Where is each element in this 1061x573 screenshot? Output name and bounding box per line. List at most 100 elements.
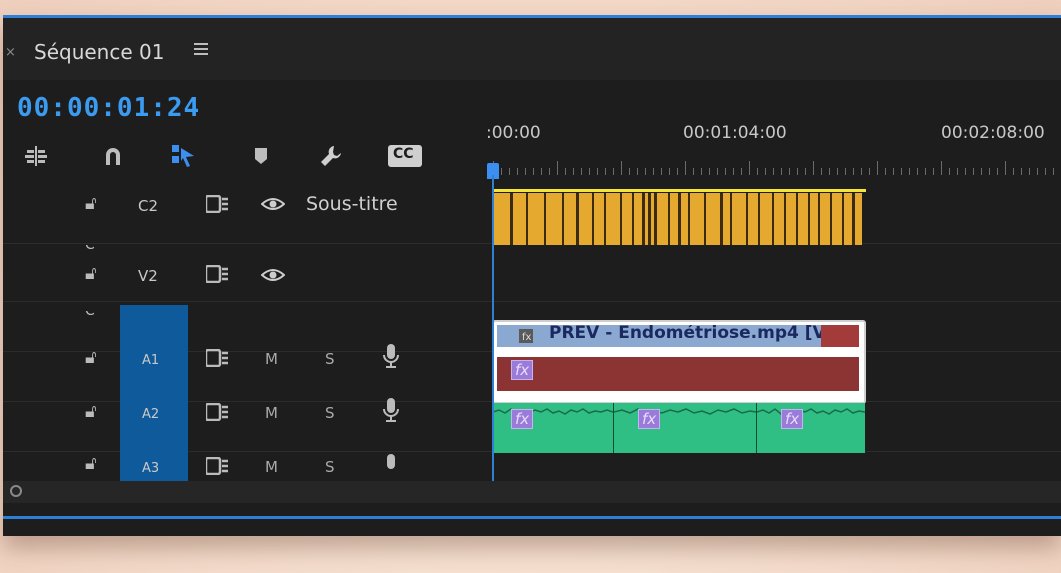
caption-clip-divider	[758, 193, 760, 245]
caption-clip-divider	[526, 193, 528, 245]
ruler-tick	[701, 168, 702, 175]
ruler-tick	[901, 168, 902, 175]
ruler-tick	[917, 168, 918, 175]
ruler-tick	[741, 168, 742, 175]
eye-icon[interactable]	[261, 196, 285, 212]
captions-icon[interactable]: CC	[387, 143, 423, 169]
caption-clip-divider	[678, 193, 681, 245]
microphone-icon[interactable]	[381, 397, 401, 423]
ruler-tick	[949, 168, 950, 175]
caption-clip-divider	[668, 193, 670, 245]
ruler-tick	[645, 168, 646, 175]
ruler-tick	[613, 168, 614, 175]
ruler-tick	[845, 168, 846, 175]
sync-lock-icon[interactable]	[206, 457, 230, 475]
ruler-tick	[517, 168, 518, 175]
lock-icon[interactable]: 🔓︎	[85, 193, 97, 214]
snap-icon[interactable]	[23, 143, 49, 169]
audio-clip-2[interactable]: fx	[613, 403, 756, 453]
video-clip[interactable]: fx PREV - Endométriose.mp4 [V] fx	[492, 320, 866, 404]
track-label-c2[interactable]: C2	[138, 197, 158, 215]
solo-button[interactable]: S	[325, 350, 335, 368]
microphone-icon[interactable]	[381, 343, 401, 369]
eye-icon[interactable]	[261, 267, 285, 283]
ruler-tick	[989, 168, 990, 175]
fx-badge[interactable]: fx	[511, 409, 534, 429]
mute-button[interactable]: M	[265, 350, 278, 368]
ruler-tick	[541, 168, 542, 175]
horizontal-zoom-scrollbar[interactable]	[3, 481, 1061, 503]
ruler-tick	[677, 168, 678, 175]
ruler-tick	[573, 168, 574, 175]
sync-lock-icon[interactable]	[206, 265, 230, 283]
video-clip-name: PREV - Endométriose.mp4 [V]	[549, 325, 834, 343]
ruler-tick	[549, 168, 550, 175]
lock-icon[interactable]: 🔓︎	[85, 263, 97, 284]
close-tab-button[interactable]: ×	[5, 45, 16, 60]
audio-clip-1[interactable]: fx	[492, 403, 613, 453]
fx-badge[interactable]: fx	[638, 409, 661, 429]
sync-lock-icon[interactable]	[206, 403, 230, 421]
ruler-tick	[757, 168, 758, 175]
track-label-a1[interactable]: A1	[142, 353, 159, 368]
ruler-tick	[1037, 168, 1038, 175]
caption-clip-divider	[784, 193, 786, 245]
lock-icon[interactable]: 🔓︎	[85, 401, 97, 422]
caption-clip-divider	[592, 193, 594, 245]
sync-lock-icon[interactable]	[206, 349, 230, 367]
caption-clip-divider	[688, 193, 690, 245]
caption-clip-divider	[604, 193, 606, 245]
ruler-tick	[877, 161, 878, 175]
caption-clips[interactable]	[492, 193, 862, 245]
fx-badge[interactable]: fx	[781, 409, 804, 429]
microphone-icon[interactable]	[381, 453, 401, 479]
caption-clip-divider	[796, 193, 798, 245]
caption-clip-divider	[642, 193, 645, 245]
ruler-tick	[693, 168, 694, 175]
caption-clip-divider	[808, 193, 810, 245]
playhead-line[interactable]	[492, 175, 494, 485]
track-v2: 🔓︎ V2	[3, 259, 1061, 301]
caption-clip-divider	[830, 193, 832, 245]
ruler-tick	[957, 168, 958, 175]
wrench-icon[interactable]	[318, 143, 344, 169]
marker-icon[interactable]	[248, 143, 274, 169]
ruler-tick	[1005, 161, 1006, 175]
caption-clip-divider	[818, 193, 820, 245]
ruler-tick	[893, 168, 894, 175]
panel-menu-icon[interactable]	[194, 43, 208, 56]
audio-clip-3[interactable]: fx	[756, 403, 865, 453]
work-area-bar[interactable]	[492, 189, 866, 192]
lock-icon[interactable]: 🔓︎	[85, 453, 97, 474]
ruler-tick	[501, 168, 502, 175]
solo-button[interactable]: S	[325, 458, 335, 476]
linked-selection-icon[interactable]	[171, 143, 197, 169]
track-label-v2[interactable]: V2	[138, 267, 158, 285]
caption-clip-divider	[730, 193, 732, 245]
sync-lock-icon[interactable]	[206, 195, 230, 213]
lock-icon[interactable]: 🔓︎	[85, 347, 97, 368]
track-name-c2[interactable]: Sous-titre	[306, 193, 398, 215]
time-ruler-ticks[interactable]	[493, 159, 1061, 175]
solo-button[interactable]: S	[325, 404, 335, 422]
ruler-tick	[621, 161, 622, 175]
track-label-a2[interactable]: A2	[142, 407, 159, 422]
ruler-tick	[965, 168, 966, 175]
mute-button[interactable]: M	[265, 404, 278, 422]
zoom-scroll-handle[interactable]	[10, 485, 22, 497]
magnet-icon[interactable]	[100, 143, 126, 169]
fx-badge[interactable]: fx	[511, 360, 534, 380]
panel-focus-border-bottom	[3, 516, 1061, 519]
mute-button[interactable]: M	[265, 458, 278, 476]
track-label-a3[interactable]: A3	[142, 461, 159, 476]
sequence-tab-title[interactable]: Séquence 01	[34, 40, 164, 64]
playhead-timecode[interactable]: 00:00:01:24	[17, 93, 200, 123]
ruler-tick	[749, 161, 750, 175]
ruler-tick	[581, 168, 582, 175]
ruler-tick	[605, 168, 606, 175]
ruler-tick	[861, 168, 862, 175]
ruler-tick	[933, 168, 934, 175]
ruler-tick	[685, 161, 686, 175]
caption-clip-divider	[632, 193, 634, 245]
ruler-tick	[525, 168, 526, 175]
